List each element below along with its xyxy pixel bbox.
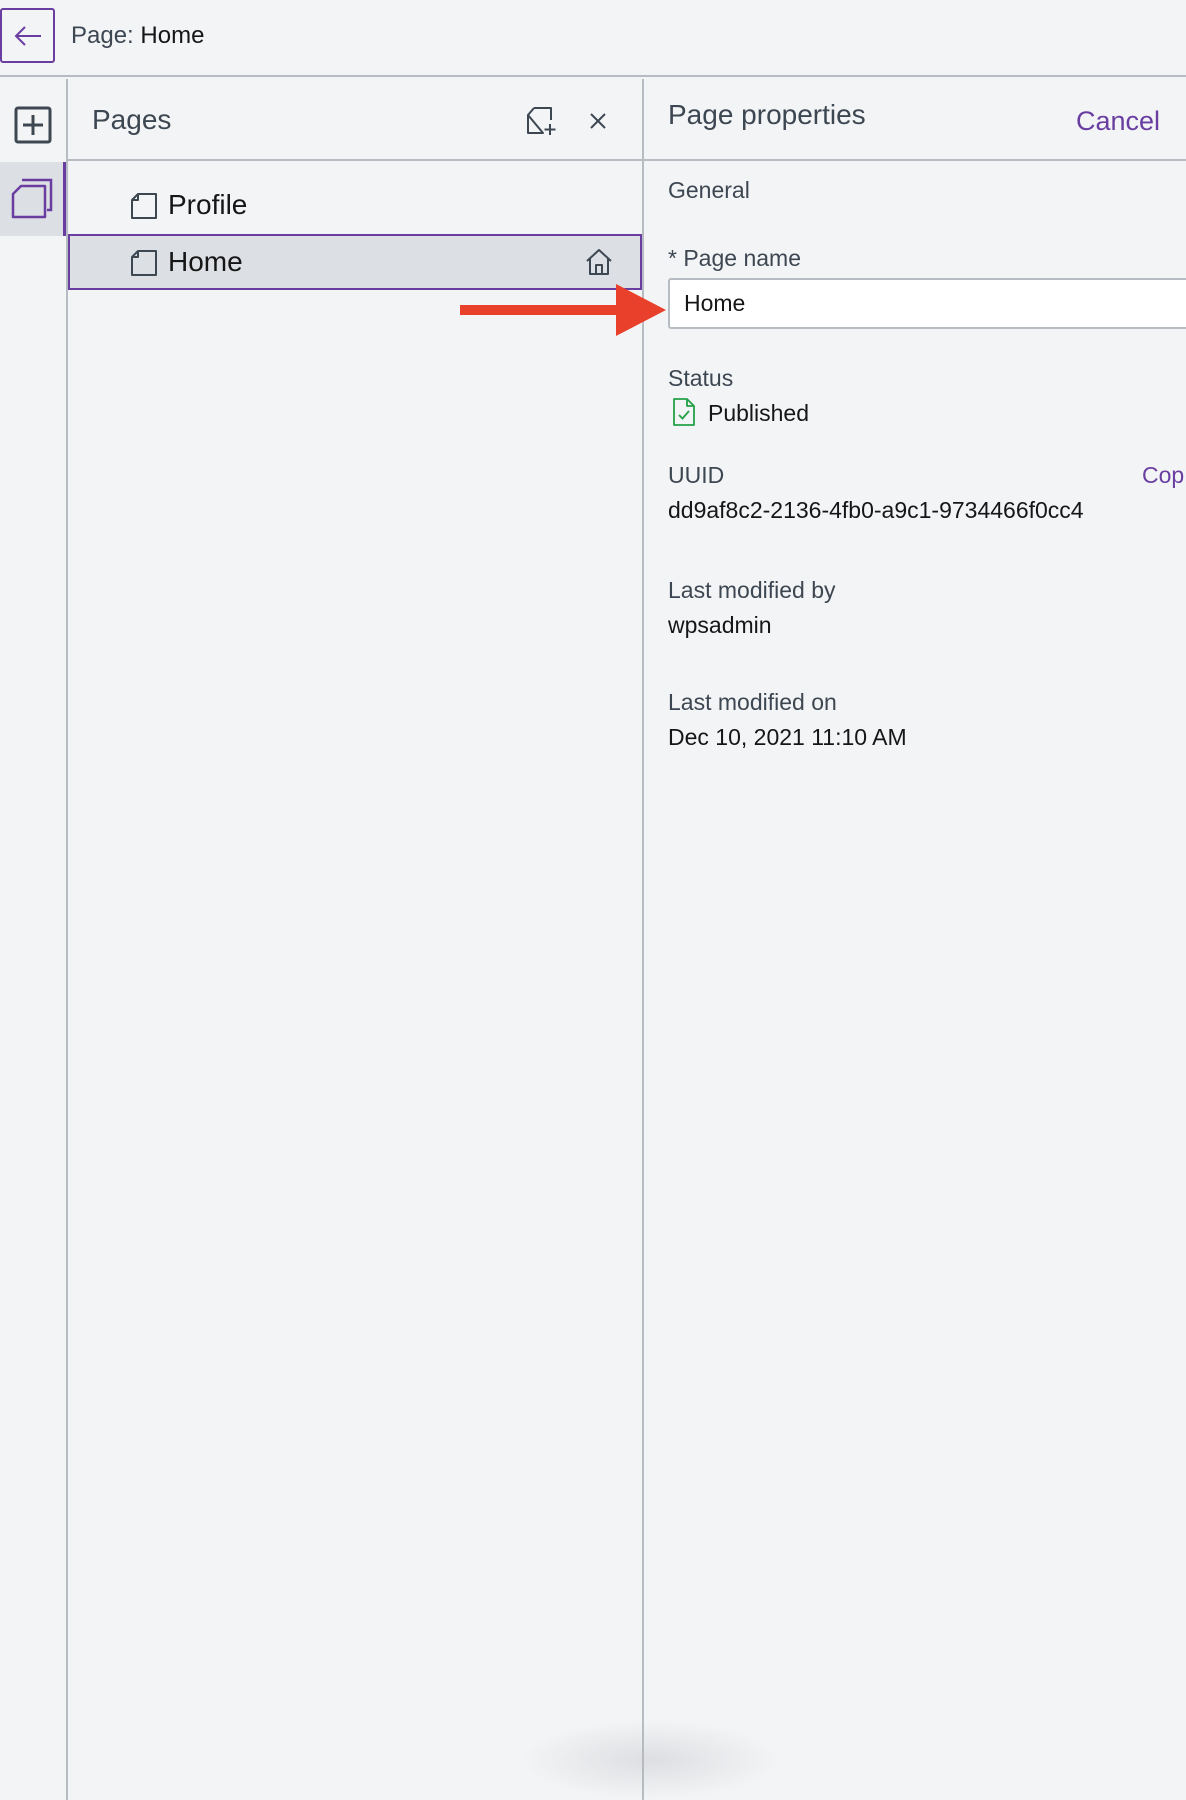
top-bar: Page: Home	[0, 0, 1186, 77]
cancel-button[interactable]: Cancel	[1076, 106, 1160, 137]
app-root: Page: Home Pages Profile Home Page prope…	[0, 0, 1186, 1800]
properties-title: Page properties	[668, 99, 866, 130]
close-icon	[590, 113, 606, 129]
last-modified-by-label: Last modified by	[668, 577, 836, 603]
page-row-label: Home	[168, 246, 243, 277]
uuid-value: dd9af8c2-2136-4fb0-a9c1-9734466f0cc4	[668, 497, 1084, 523]
uuid-label: UUID	[668, 462, 725, 488]
pages-panel-header: Pages	[68, 79, 642, 161]
page-row-label: Profile	[168, 189, 248, 220]
annotation-arrow	[460, 284, 666, 336]
properties-header: Page properties Cancel	[644, 79, 1186, 161]
breadcrumb: Page: Home	[71, 22, 204, 50]
back-button[interactable]	[0, 8, 55, 63]
add-box-icon	[14, 106, 52, 144]
pages-panel-title: Pages	[92, 104, 172, 135]
add-page-button[interactable]	[524, 104, 558, 138]
page-icon	[131, 250, 157, 276]
page-properties-panel: Page properties Cancel General * Page na…	[644, 79, 1186, 1800]
home-icon	[586, 249, 612, 275]
bottom-shadow	[520, 1720, 780, 1800]
page-name-label: * Page name	[668, 245, 801, 271]
page-icon	[131, 193, 157, 219]
breadcrumb-label: Page:	[71, 22, 134, 49]
status-text: Published	[708, 400, 810, 426]
section-general: General	[668, 177, 750, 203]
page-row-profile[interactable]: Profile	[68, 177, 642, 233]
pages-icon	[11, 178, 52, 219]
last-modified-by-value: wpsadmin	[668, 612, 772, 638]
rail-pages-button[interactable]	[0, 162, 66, 236]
last-modified-on-value: Dec 10, 2021 11:10 AM	[668, 724, 907, 750]
rail-add-button[interactable]	[0, 88, 66, 162]
add-page-icon	[527, 107, 556, 135]
status-label: Status	[668, 365, 734, 391]
last-modified-on-label: Last modified on	[668, 689, 837, 715]
copy-uuid-link[interactable]: Cop	[1142, 462, 1184, 489]
left-rail	[0, 79, 68, 1800]
arrow-left-icon	[14, 25, 41, 46]
close-panel-button[interactable]	[581, 104, 615, 138]
page-name-input[interactable]	[668, 278, 1186, 329]
published-document-icon	[673, 398, 695, 426]
breadcrumb-page-name: Home	[140, 22, 205, 49]
